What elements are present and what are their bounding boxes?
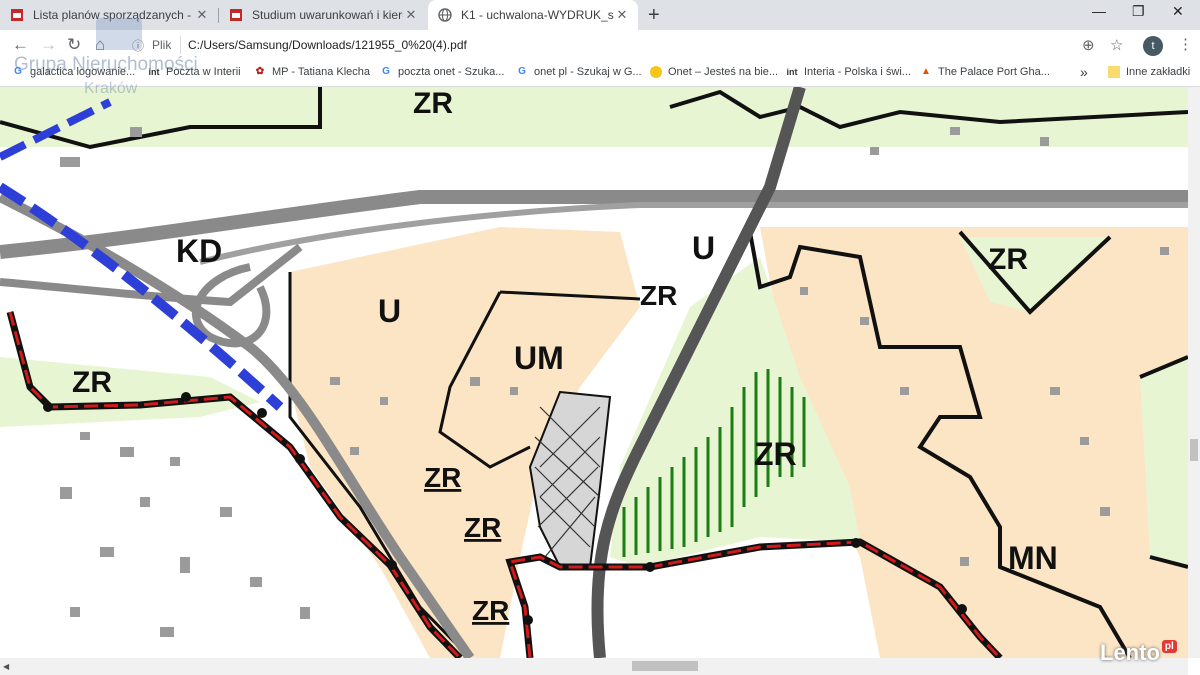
browser-toolbar: ← → ↻ ⌂ ⓘ Plik C:/Users/Samsung/Download…	[0, 30, 1200, 62]
scheme-label: Plik	[152, 38, 172, 52]
bookmark-item[interactable]: Gpoczta onet - Szuka...	[380, 66, 504, 78]
bookmark-folder[interactable]: Inne zakładki	[1108, 66, 1190, 78]
bookmark-item[interactable]: ▲ The Palace Port Gha...	[920, 66, 1050, 78]
reload-icon[interactable]: ↻	[67, 35, 81, 55]
tab-strip: Lista planów sporządzanych - Biu ✕ Studi…	[0, 0, 1200, 30]
horizontal-scrollbar[interactable]: ◀	[0, 658, 1188, 675]
more-chevron-icon: »	[1080, 64, 1088, 80]
google-icon: G	[14, 66, 22, 77]
tab-title: Studium uwarunkowań i kierunków	[252, 8, 403, 22]
forward-icon[interactable]: →	[40, 35, 57, 55]
tab-title: K1 - uchwalona-WYDRUK_struktu	[461, 8, 614, 22]
bookmark-item[interactable]: int Poczta w Interii	[148, 66, 241, 78]
menu-icon[interactable]: ⋮	[1178, 35, 1193, 53]
google-icon: G	[518, 66, 526, 77]
scroll-left-icon[interactable]: ◀	[3, 662, 9, 671]
bookmark-item[interactable]: Onet – Jesteś na bie...	[650, 66, 778, 78]
zoning-map: ZR KD U U ZR ZR UM ZR ZR ZR ZR ZR MN	[0, 87, 1188, 658]
bookmark-item[interactable]: Ggalactica logowanie...	[12, 66, 135, 78]
bookmark-item[interactable]: ✿ MP - Tatiana Klecha	[254, 66, 370, 78]
zone-label-zr: ZR	[424, 462, 461, 493]
bookmark-item[interactable]: Gonet pl - Szukaj w G...	[516, 66, 642, 78]
onet-icon	[650, 66, 662, 78]
zone-label-um: UM	[514, 340, 564, 376]
zone-label-zr: ZR	[988, 243, 1028, 276]
folder-icon	[1108, 66, 1120, 78]
tab-1[interactable]: Lista planów sporządzanych - Biu ✕	[0, 0, 218, 30]
window-close-icon[interactable]: ✕	[1172, 3, 1184, 20]
restore-icon[interactable]: ❐	[1132, 3, 1145, 20]
globe-icon	[438, 8, 452, 22]
close-icon[interactable]: ✕	[614, 7, 630, 23]
back-icon[interactable]: ←	[12, 35, 29, 55]
google-icon: G	[382, 66, 390, 77]
address-bar[interactable]: ⓘ Plik C:/Users/Samsung/Downloads/121955…	[98, 31, 1128, 59]
vertical-scroll-thumb[interactable]	[1190, 439, 1198, 461]
more-bookmarks-button[interactable]: »	[1080, 64, 1088, 80]
interia-icon: int	[148, 67, 160, 77]
star-icon[interactable]: ☆	[1110, 36, 1123, 54]
krakow-crest-icon	[11, 9, 23, 21]
tab-3-active[interactable]: K1 - uchwalona-WYDRUK_struktu ✕	[428, 0, 638, 30]
bookmark-item[interactable]: int Interia - Polska i świ...	[786, 66, 911, 78]
new-tab-icon[interactable]: +	[648, 4, 660, 27]
pdf-map-viewport[interactable]: ZR KD U U ZR ZR UM ZR ZR ZR ZR ZR MN	[0, 87, 1188, 658]
address-divider	[180, 36, 181, 54]
zone-label-zr: ZR	[754, 436, 797, 472]
mp-icon: ✿	[255, 66, 265, 77]
zone-label-zr: ZR	[472, 595, 509, 626]
krakow-crest-icon	[230, 9, 242, 21]
zone-label-kd: KD	[176, 233, 222, 269]
url-text[interactable]: C:/Users/Samsung/Downloads/121955_0%20(4…	[188, 38, 467, 52]
info-icon[interactable]: ⓘ	[132, 37, 144, 54]
close-icon[interactable]: ✕	[403, 7, 419, 23]
zone-label-zr: ZR	[72, 366, 112, 399]
zone-label-u: U	[378, 293, 401, 329]
tab-2[interactable]: Studium uwarunkowań i kierunków ✕	[219, 0, 427, 30]
bookmarks-bar: Ggalactica logowanie... int Poczta w Inte…	[0, 62, 1200, 87]
zone-label-u: U	[692, 230, 715, 266]
horizontal-scroll-thumb[interactable]	[632, 661, 698, 671]
tab-title: Lista planów sporządzanych - Biu	[33, 8, 194, 22]
lento-logo: Lento pl	[1100, 640, 1177, 666]
zone-label-zr: ZR	[464, 512, 501, 543]
zone-label-zr: ZR	[640, 280, 677, 311]
vertical-scrollbar[interactable]	[1188, 87, 1200, 658]
interia-icon: int	[786, 67, 798, 77]
zone-label-mn: MN	[1008, 540, 1058, 576]
zone-label-zr: ZR	[413, 87, 453, 120]
minimize-icon[interactable]: —	[1092, 3, 1106, 19]
zoom-icon[interactable]: ⊕	[1082, 36, 1095, 54]
close-icon[interactable]: ✕	[194, 7, 210, 23]
palace-icon: ▲	[921, 66, 931, 77]
profile-avatar[interactable]: t	[1143, 36, 1163, 56]
